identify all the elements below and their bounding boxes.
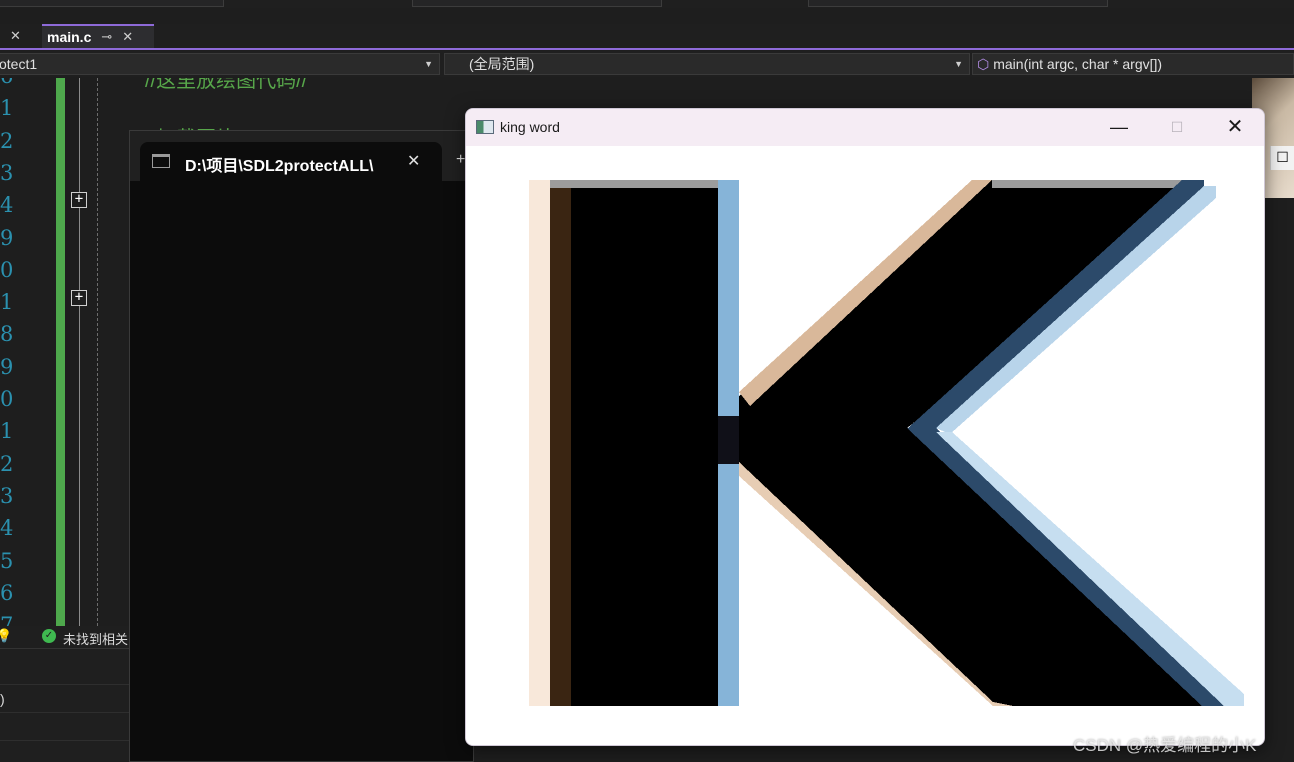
terminal-icon — [152, 154, 170, 168]
maximize-icon[interactable]: ☐ — [1270, 146, 1294, 170]
line-number: 8 — [0, 322, 14, 347]
close-button[interactable]: ✕ — [1206, 109, 1264, 146]
console-titlebar: D:\项目\SDL2protectALL\ ✕ + — [130, 131, 473, 182]
k-edge-tan — [529, 180, 550, 706]
chevron-down-icon: ▼ — [954, 59, 963, 69]
watermark: CSDN @热爱编程的小K — [1073, 736, 1257, 755]
line-number: 2 — [0, 451, 14, 476]
pin-icon[interactable]: ⊸ — [101, 29, 112, 45]
new-tab-icon[interactable]: + — [456, 151, 465, 169]
k-stem-fill — [571, 188, 718, 706]
line-number: 7 — [0, 613, 14, 626]
close-icon[interactable]: ✕ — [122, 29, 133, 45]
code-comment: //这里放绘图代码// — [145, 78, 308, 92]
line-number: 1 — [0, 290, 14, 315]
line-number: 9 — [0, 225, 14, 250]
render-canvas[interactable] — [466, 146, 1264, 745]
outline-line — [79, 78, 80, 626]
k-top-edge — [550, 180, 718, 188]
line-number: 3 — [0, 160, 14, 185]
output-row: ) — [0, 685, 130, 713]
toolbar-dropdown[interactable] — [412, 0, 662, 7]
line-number: 4 — [0, 193, 14, 218]
tab-main-c[interactable]: main.c ⊸ ✕ — [42, 24, 154, 48]
project-name: otect1 — [0, 56, 38, 72]
function-label: main(int argc, char * argv[]) — [993, 56, 1163, 72]
sdl-titlebar[interactable]: king word — ☐ ✕ — [466, 109, 1264, 146]
output-row — [0, 713, 130, 741]
line-number: 6 — [0, 78, 13, 88]
line-number: 3 — [0, 483, 14, 508]
check-icon: ✓ — [42, 629, 56, 643]
console-tab-title: D:\项目\SDL2protectALL\ — [185, 158, 374, 175]
output-row — [0, 657, 130, 685]
editor-tab-strip: ✕ main.c ⊸ ✕ — [0, 24, 1294, 50]
scope-label: (全局范围) — [469, 56, 535, 72]
chevron-down-icon: ▼ — [424, 59, 433, 69]
line-number: 6 — [0, 580, 14, 605]
tab-label: main.c — [47, 29, 92, 45]
expand-icon[interactable]: + — [71, 192, 87, 208]
minimize-button[interactable]: — — [1090, 109, 1148, 146]
indent-guide — [97, 78, 98, 626]
k-arm-top-edge — [992, 180, 1182, 188]
k-letter-image — [529, 180, 1244, 706]
vs-toolbar-sliver — [0, 0, 1294, 8]
cube-icon: ⬡ — [977, 56, 990, 72]
function-dropdown[interactable]: ⬡ main(int argc, char * argv[]) — [972, 53, 1294, 75]
app-icon — [476, 120, 494, 134]
console-window[interactable]: D:\项目\SDL2protectALL\ ✕ + — [129, 130, 474, 762]
line-number: 0 — [0, 387, 14, 411]
output-panel: ) — [0, 648, 130, 762]
status-message: 未找到相关问题 — [63, 632, 130, 647]
navigation-bar: otect1 ▼ (全局范围) ▼ ⬡ main(int argc, char *… — [0, 51, 1294, 77]
scope-dropdown[interactable]: (全局范围) ▼ — [444, 53, 970, 75]
console-tab[interactable]: D:\项目\SDL2protectALL\ ✕ — [140, 142, 442, 182]
close-icon[interactable]: ✕ — [10, 28, 21, 44]
maximize-button[interactable]: ☐ — [1148, 109, 1206, 146]
line-number: 1 — [0, 96, 14, 121]
expand-icon[interactable]: + — [71, 290, 87, 306]
sdl-window[interactable]: king word — ☐ ✕ — [465, 108, 1265, 746]
window-title: king word — [500, 119, 560, 135]
toolbar-dropdown[interactable] — [808, 0, 1108, 7]
change-tracking-bar — [56, 78, 65, 626]
lightbulb-icon[interactable]: 💡 — [0, 628, 12, 644]
project-dropdown[interactable]: otect1 ▼ — [0, 53, 440, 75]
line-number: 5 — [0, 548, 14, 573]
line-number: 0 — [0, 257, 14, 282]
tab-previous-file[interactable]: ✕ — [0, 24, 40, 48]
close-icon[interactable]: ✕ — [407, 151, 420, 171]
editor-status-bar: 💡 ✓ 未找到相关问题 — [0, 626, 130, 648]
k-edge-brown — [550, 180, 571, 706]
toolbar-dropdown[interactable] — [0, 0, 224, 7]
line-number: 2 — [0, 128, 14, 153]
line-number: 1 — [0, 419, 14, 444]
line-number: 9 — [0, 354, 14, 379]
k-joint — [718, 416, 739, 464]
line-number: 4 — [0, 516, 14, 541]
